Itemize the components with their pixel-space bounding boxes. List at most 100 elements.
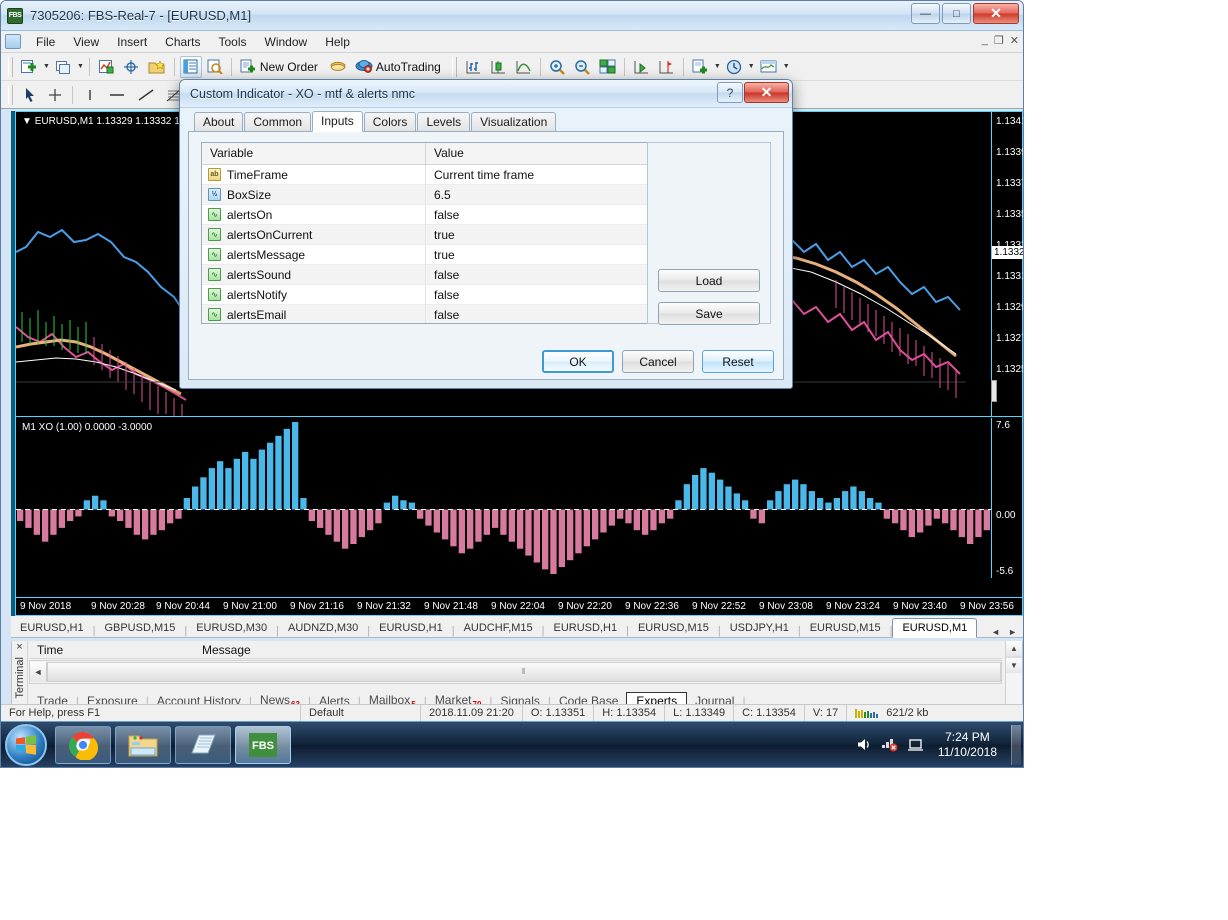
minimize-button[interactable]: —: [911, 3, 940, 24]
templates-icon[interactable]: [145, 56, 169, 78]
new-order-button[interactable]: New Order: [237, 56, 324, 78]
new-chart-dropdown-icon[interactable]: ▼: [43, 63, 50, 70]
new-chart-icon[interactable]: [18, 56, 41, 78]
horizontal-line-icon[interactable]: [104, 84, 130, 106]
chart-tab[interactable]: AUDCHF,M15: [455, 619, 542, 637]
inputs-value-cell[interactable]: false: [426, 308, 662, 322]
cursor-icon[interactable]: [19, 84, 41, 106]
menu-item-window[interactable]: Window: [256, 33, 317, 51]
taskbar-fbs-metatrader-icon[interactable]: FBS: [235, 725, 291, 764]
inputs-grid-row[interactable]: ∿ alertsMessage true: [202, 244, 662, 265]
volume-icon[interactable]: [856, 737, 873, 752]
chart-tab-next-button[interactable]: ►: [1008, 627, 1017, 637]
inputs-value-cell[interactable]: Current time frame: [426, 168, 662, 182]
taskbar-clock[interactable]: 7:24 PM 11/10/2018: [932, 730, 1003, 760]
menu-item-view[interactable]: View: [64, 33, 108, 51]
tile-icon[interactable]: [596, 56, 619, 78]
inputs-grid-row[interactable]: ∿ alertsOnCurrent true: [202, 224, 662, 245]
cancel-button[interactable]: Cancel: [622, 350, 694, 373]
toolbar-grip-2[interactable]: [451, 56, 457, 77]
chart-tab[interactable]: EURUSD,M30: [187, 619, 276, 637]
custom-indicator-dialog[interactable]: Custom Indicator - XO - mtf & alerts nmc…: [179, 79, 793, 389]
inputs-grid-row[interactable]: ab TimeFrame Current time frame: [202, 164, 662, 185]
maximize-button[interactable]: □: [942, 3, 971, 24]
autotrading-button[interactable]: AutoTrading: [352, 56, 447, 78]
menu-item-insert[interactable]: Insert: [108, 33, 156, 51]
zoom-out-icon[interactable]: [571, 56, 594, 78]
inputs-value-cell[interactable]: false: [426, 268, 662, 282]
dialog-tab-colors[interactable]: Colors: [363, 112, 417, 131]
candlestick-chart-icon[interactable]: [487, 56, 510, 78]
taskbar-notepad-icon[interactable]: [175, 725, 231, 764]
chart-tab-prev-button[interactable]: ◄: [991, 627, 1000, 637]
market-watch-icon[interactable]: [179, 55, 202, 78]
inputs-value-cell[interactable]: true: [426, 228, 662, 242]
mdi-minimize-button[interactable]: _: [982, 34, 988, 47]
inputs-grid-row[interactable]: ∿ alertsOn false: [202, 204, 662, 225]
dialog-close-button[interactable]: ✕: [744, 82, 789, 103]
dialog-tab-common[interactable]: Common: [244, 112, 312, 131]
chart-tab[interactable]: EURUSD,H1: [11, 619, 93, 637]
terminal-column-message[interactable]: Message: [194, 641, 251, 658]
period-icon[interactable]: [723, 56, 746, 78]
inputs-grid-row[interactable]: ∿ alertsSound false: [202, 264, 662, 285]
zoom-in-icon[interactable]: [546, 56, 569, 78]
dialog-tab-levels[interactable]: Levels: [417, 112, 471, 131]
status-profile[interactable]: Default: [301, 704, 421, 722]
menu-item-tools[interactable]: Tools: [210, 33, 256, 51]
templates-list-dropdown-icon[interactable]: ▼: [783, 63, 790, 70]
inputs-grid-row[interactable]: ∿ alertsEmail false: [202, 304, 662, 323]
chart-tab[interactable]: EURUSD,M15: [801, 619, 890, 637]
close-button[interactable]: ✕: [973, 3, 1019, 24]
terminal-horizontal-scrollbar[interactable]: ◄ ⦀: [29, 660, 1002, 684]
start-button-icon[interactable]: [5, 723, 47, 766]
load-button[interactable]: Load: [658, 269, 760, 292]
chart-shift-icon[interactable]: [655, 56, 678, 78]
line-toolbar-grip[interactable]: [8, 84, 13, 105]
dialog-tab-inputs[interactable]: Inputs: [312, 111, 363, 132]
dialog-tab-about[interactable]: About: [194, 112, 244, 131]
dialog-tab-visualization[interactable]: Visualization: [471, 112, 557, 131]
ok-button[interactable]: OK: [542, 350, 614, 373]
menu-item-help[interactable]: Help: [316, 33, 359, 51]
bar-chart-icon[interactable]: [462, 56, 485, 78]
indicator-pane[interactable]: M1 XO (1.00) 0.0000 -3.0000 7.6 0.00 -5.…: [16, 418, 1022, 578]
expert-advisors-icon[interactable]: [326, 56, 350, 78]
menu-item-file[interactable]: File: [27, 33, 64, 51]
trendline-icon[interactable]: [133, 84, 159, 106]
taskbar-file-explorer-icon[interactable]: [115, 725, 171, 764]
inputs-value-cell[interactable]: false: [426, 208, 662, 222]
column-header-variable[interactable]: Variable: [202, 143, 426, 164]
chart-tab[interactable]: GBPUSD,M15: [95, 619, 184, 637]
price-scroll-thumb[interactable]: [991, 380, 997, 402]
network-error-icon[interactable]: [881, 737, 899, 752]
column-header-value[interactable]: Value: [426, 143, 662, 164]
chart-tab[interactable]: EURUSD,H1: [370, 619, 452, 637]
period-dropdown-icon[interactable]: ▼: [748, 63, 755, 70]
tile-windows-icon[interactable]: [52, 56, 75, 78]
scroll-down-arrow-icon[interactable]: ▼: [1006, 657, 1022, 673]
inputs-value-cell[interactable]: false: [426, 288, 662, 302]
indicator-axis[interactable]: 7.6 0.00 -5.6: [991, 418, 1022, 578]
save-button[interactable]: Save: [658, 302, 760, 325]
terminal-close-icon[interactable]: ×: [12, 641, 27, 653]
dialog-help-button[interactable]: ?: [717, 82, 743, 103]
inputs-grid[interactable]: Variable Value ab TimeFrame Current time f…: [201, 142, 663, 324]
indicators-icon[interactable]: [95, 56, 118, 78]
indicator-list-icon[interactable]: [689, 56, 712, 78]
menu-item-charts[interactable]: Charts: [156, 33, 209, 51]
tile-windows-dropdown-icon[interactable]: ▼: [77, 63, 84, 70]
chart-tab[interactable]: AUDNZD,M30: [279, 619, 367, 637]
terminal-column-time[interactable]: Time: [29, 641, 194, 658]
chart-tab[interactable]: EURUSD,H1: [545, 619, 627, 637]
scroll-up-arrow-icon[interactable]: ▲: [1006, 641, 1022, 657]
chart-tab[interactable]: EURUSD,M15: [629, 619, 718, 637]
reset-button[interactable]: Reset: [702, 350, 774, 373]
scroll-left-arrow-icon[interactable]: ◄: [30, 662, 47, 682]
mdi-app-icon[interactable]: [5, 34, 21, 49]
templates-list-icon[interactable]: [757, 56, 781, 78]
line-chart-icon[interactable]: [512, 56, 535, 78]
mdi-restore-button[interactable]: ❐: [994, 34, 1004, 47]
toolbar-grip[interactable]: [8, 56, 13, 77]
taskbar-chrome-icon[interactable]: [55, 725, 111, 764]
